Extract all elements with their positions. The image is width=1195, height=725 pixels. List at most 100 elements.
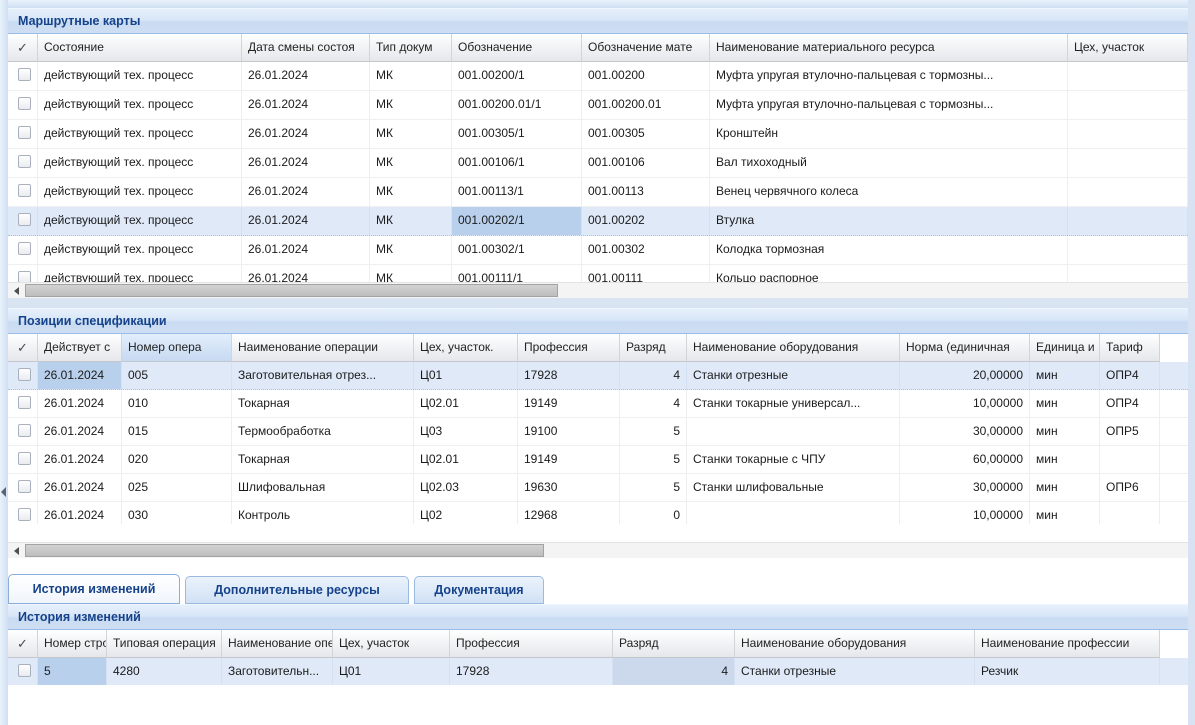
- table-cell[interactable]: 001.00111/1: [452, 265, 582, 282]
- table-cell[interactable]: 5: [620, 474, 687, 501]
- row-checkbox[interactable]: [18, 242, 31, 255]
- table-cell[interactable]: 0: [620, 502, 687, 524]
- row-checkbox[interactable]: [18, 155, 31, 168]
- table-cell[interactable]: МК: [370, 207, 452, 235]
- column-header[interactable]: Типовая операция: [107, 630, 222, 658]
- table-row[interactable]: действующий тех. процесс26.01.2024МК001.…: [8, 149, 1188, 178]
- table-cell[interactable]: 001.00106/1: [452, 149, 582, 177]
- table-cell[interactable]: Токарная: [232, 390, 414, 417]
- row-checkbox[interactable]: [18, 68, 31, 81]
- column-header[interactable]: Цех, участок.: [414, 334, 518, 362]
- table-cell[interactable]: 12968: [518, 502, 620, 524]
- row-checkbox[interactable]: [18, 213, 31, 226]
- table-cell[interactable]: Ц02.03: [414, 474, 518, 501]
- table-cell[interactable]: 26.01.2024: [242, 62, 370, 90]
- table-cell[interactable]: 001.00113/1: [452, 178, 582, 206]
- table-cell[interactable]: Станки отрезные: [735, 658, 975, 685]
- table-cell[interactable]: Станки токарные с ЧПУ: [687, 446, 900, 473]
- table-cell[interactable]: ОПР5: [1100, 418, 1160, 445]
- table-cell[interactable]: 025: [122, 474, 232, 501]
- table-cell[interactable]: 17928: [518, 362, 620, 389]
- table-cell[interactable]: мин: [1030, 418, 1100, 445]
- table-cell[interactable]: действующий тех. процесс: [38, 62, 242, 90]
- row-checkbox[interactable]: [18, 480, 31, 493]
- table-row[interactable]: действующий тех. процесс26.01.2024МК001.…: [8, 62, 1188, 91]
- table-cell[interactable]: 10,00000: [900, 390, 1030, 417]
- tab-additional-resources[interactable]: Дополнительные ресурсы: [185, 576, 409, 604]
- table-cell[interactable]: МК: [370, 265, 452, 282]
- table-cell[interactable]: мин: [1030, 446, 1100, 473]
- table-cell[interactable]: 26.01.2024: [242, 236, 370, 264]
- table-cell[interactable]: МК: [370, 91, 452, 119]
- table-cell[interactable]: 17928: [450, 658, 613, 685]
- column-header[interactable]: Дата смены состоя: [242, 34, 370, 62]
- table-cell[interactable]: Станки токарные универсал...: [687, 390, 900, 417]
- table-cell[interactable]: 001.00200.01/1: [452, 91, 582, 119]
- route-maps-horizontal-scrollbar[interactable]: [8, 282, 1188, 298]
- table-cell[interactable]: 26.01.2024: [242, 91, 370, 119]
- table-cell[interactable]: мин: [1030, 502, 1100, 524]
- table-row[interactable]: действующий тех. процесс26.01.2024МК001.…: [8, 178, 1188, 207]
- table-cell[interactable]: 001.00302/1: [452, 236, 582, 264]
- table-cell[interactable]: 001.00202: [582, 207, 710, 235]
- table-cell[interactable]: 26.01.2024: [38, 362, 122, 389]
- table-cell[interactable]: 26.01.2024: [242, 178, 370, 206]
- table-cell[interactable]: Муфта упругая втулочно-пальцевая с тормо…: [710, 62, 1068, 90]
- column-header[interactable]: Наименование оборудования: [735, 630, 975, 658]
- table-cell[interactable]: Ц01: [333, 658, 450, 685]
- column-header[interactable]: Наименование материального ресурса: [710, 34, 1068, 62]
- row-checkbox[interactable]: [18, 664, 31, 677]
- table-cell[interactable]: 26.01.2024: [38, 390, 122, 417]
- column-header[interactable]: Цех, участок: [333, 630, 450, 658]
- scroll-left-button[interactable]: [8, 543, 25, 558]
- table-cell[interactable]: 001.00202/1: [452, 207, 582, 235]
- table-cell[interactable]: Термообработка: [232, 418, 414, 445]
- scrollbar-thumb[interactable]: [25, 544, 544, 557]
- table-cell[interactable]: мин: [1030, 474, 1100, 501]
- column-header[interactable]: Разряд: [620, 334, 687, 362]
- table-row[interactable]: 54280Заготовительн...Ц01179284Станки отр…: [8, 658, 1188, 685]
- table-cell[interactable]: 001.00106: [582, 149, 710, 177]
- scrollbar-track[interactable]: [25, 283, 1188, 298]
- table-cell[interactable]: [1068, 91, 1188, 119]
- table-row[interactable]: 26.01.2024010ТокарнаяЦ02.01191494Станки …: [8, 390, 1188, 418]
- column-header[interactable]: Номер стро: [38, 630, 107, 658]
- table-cell[interactable]: 001.00200: [582, 62, 710, 90]
- column-header[interactable]: Профессия: [450, 630, 613, 658]
- column-header[interactable]: Номер опера: [122, 334, 232, 362]
- column-header[interactable]: Действует с: [38, 334, 122, 362]
- table-cell[interactable]: 4: [620, 390, 687, 417]
- table-row[interactable]: действующий тех. процесс26.01.2024МК001.…: [8, 91, 1188, 120]
- table-cell[interactable]: Втулка: [710, 207, 1068, 235]
- row-checkbox[interactable]: [18, 184, 31, 197]
- row-checkbox[interactable]: [18, 396, 31, 409]
- table-row[interactable]: 26.01.2024015ТермообработкаЦ0319100530,0…: [8, 418, 1188, 446]
- table-cell[interactable]: Шлифовальная: [232, 474, 414, 501]
- column-header[interactable]: Состояние: [38, 34, 242, 62]
- table-cell[interactable]: Вал тихоходный: [710, 149, 1068, 177]
- table-cell[interactable]: Станки шлифовальные: [687, 474, 900, 501]
- table-cell[interactable]: 4: [620, 362, 687, 389]
- table-cell[interactable]: ОПР4: [1100, 390, 1160, 417]
- table-row[interactable]: действующий тех. процесс26.01.2024МК001.…: [8, 236, 1188, 265]
- scrollbar-thumb[interactable]: [25, 284, 558, 297]
- table-cell[interactable]: 30,00000: [900, 418, 1030, 445]
- table-cell[interactable]: [1068, 207, 1188, 235]
- column-header[interactable]: Норма (единичная: [900, 334, 1030, 362]
- column-header[interactable]: Тип докум: [370, 34, 452, 62]
- table-cell[interactable]: действующий тех. процесс: [38, 265, 242, 282]
- table-cell[interactable]: [1068, 149, 1188, 177]
- table-cell[interactable]: 001.00200/1: [452, 62, 582, 90]
- row-checkbox[interactable]: [18, 271, 31, 282]
- table-row[interactable]: 26.01.2024020ТокарнаяЦ02.01191495Станки …: [8, 446, 1188, 474]
- table-cell[interactable]: Ц01: [414, 362, 518, 389]
- table-cell[interactable]: Кольцо распорное: [710, 265, 1068, 282]
- table-cell[interactable]: 4: [613, 658, 735, 685]
- table-cell[interactable]: [1068, 62, 1188, 90]
- table-cell[interactable]: Резчик: [975, 658, 1160, 685]
- row-checkbox[interactable]: [18, 424, 31, 437]
- select-all-header[interactable]: ✓: [8, 334, 38, 362]
- table-cell[interactable]: Станки отрезные: [687, 362, 900, 389]
- table-cell[interactable]: Ц02: [414, 502, 518, 524]
- column-header[interactable]: Тариф: [1100, 334, 1160, 362]
